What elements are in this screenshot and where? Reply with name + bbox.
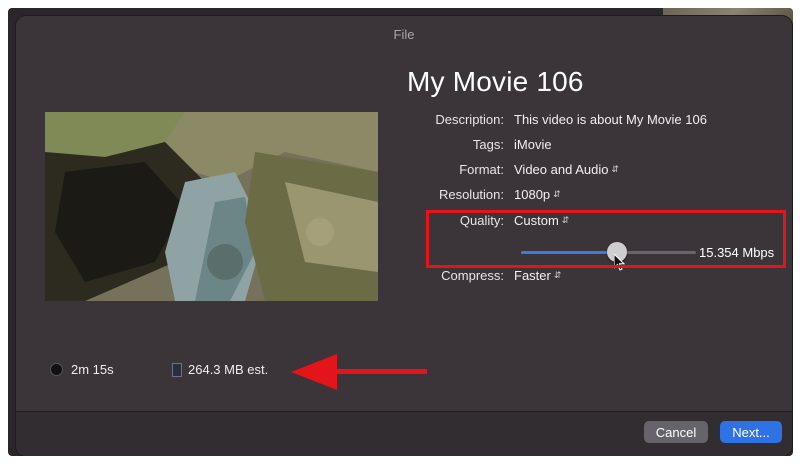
format-value: Video and Audio bbox=[514, 161, 609, 177]
up-down-chevron-icon: ⇵ bbox=[611, 163, 620, 174]
size-value: 264.3 MB est. bbox=[188, 362, 269, 377]
compress-row: Compress: Faster ⇵ bbox=[396, 266, 561, 284]
resolution-row: Resolution: 1080p ⇵ bbox=[396, 185, 561, 203]
dialog-title: File bbox=[393, 26, 415, 42]
tags-row: Tags: iMovie bbox=[396, 135, 552, 153]
duration-stat: 2m 15s bbox=[50, 362, 114, 377]
format-select[interactable]: Video and Audio ⇵ bbox=[514, 162, 619, 177]
red-arrow-annotation bbox=[291, 354, 427, 390]
compress-select[interactable]: Faster ⇵ bbox=[514, 268, 561, 283]
cancel-button[interactable]: Cancel bbox=[644, 421, 708, 443]
format-row: Format: Video and Audio ⇵ bbox=[396, 160, 619, 178]
compress-value: Faster bbox=[514, 267, 551, 283]
description-field[interactable]: This video is about My Movie 106 bbox=[514, 112, 707, 127]
next-button[interactable]: Next... bbox=[720, 421, 782, 443]
tags-label: Tags: bbox=[472, 136, 504, 152]
duration-value: 2m 15s bbox=[71, 362, 114, 377]
resolution-label: Resolution: bbox=[438, 186, 504, 202]
file-icon bbox=[172, 362, 182, 377]
movie-title: My Movie 106 bbox=[407, 66, 584, 97]
tags-field[interactable]: iMovie bbox=[514, 137, 552, 152]
compress-label: Compress: bbox=[441, 267, 504, 283]
format-label: Format: bbox=[459, 161, 504, 177]
screen-background: File My Movie 106 Description: This vide… bbox=[8, 8, 793, 456]
resolution-select[interactable]: 1080p ⇵ bbox=[514, 187, 561, 202]
description-label: Description: bbox=[435, 111, 504, 127]
up-down-chevron-icon: ⇵ bbox=[553, 269, 562, 280]
description-row: Description: This video is about My Movi… bbox=[396, 110, 707, 128]
size-stat: 264.3 MB est. bbox=[172, 362, 268, 377]
share-file-dialog: File My Movie 106 Description: This vide… bbox=[16, 16, 792, 456]
clock-icon bbox=[50, 363, 63, 376]
up-down-chevron-icon: ⇵ bbox=[553, 188, 561, 199]
movie-thumbnail bbox=[45, 112, 378, 301]
resolution-value: 1080p bbox=[514, 186, 551, 202]
quality-highlight-annotation bbox=[426, 210, 786, 268]
